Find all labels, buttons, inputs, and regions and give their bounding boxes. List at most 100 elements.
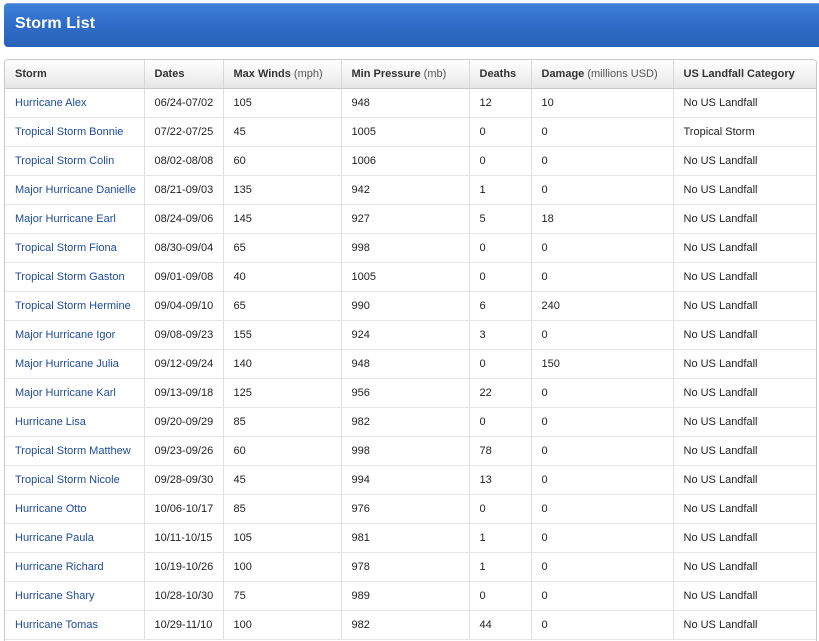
deaths-cell: 3 bbox=[469, 320, 532, 350]
storm-name-cell: Major Hurricane Karl bbox=[5, 378, 145, 408]
max-winds-cell: 45 bbox=[223, 465, 342, 495]
storm-link[interactable]: Tropical Storm Colin bbox=[15, 155, 114, 167]
storm-link[interactable]: Hurricane Richard bbox=[15, 561, 104, 573]
damage-cell: 150 bbox=[531, 349, 674, 379]
max-winds-cell: 100 bbox=[223, 610, 342, 640]
storm-link[interactable]: Hurricane Tomas bbox=[15, 619, 98, 631]
storm-link[interactable]: Hurricane Paula bbox=[15, 532, 94, 544]
dates-cell: 10/28-10/30 bbox=[144, 581, 224, 611]
table-row: Hurricane Richard 10/19-10/26 100 978 1 0 No U… bbox=[5, 552, 816, 582]
table-row: Major Hurricane Danielle 08/21-09/03 135 94… bbox=[5, 175, 816, 205]
storm-name-cell: Tropical Storm Gaston bbox=[5, 262, 145, 292]
column-header-label: Max Winds bbox=[233, 68, 291, 80]
storm-link[interactable]: Tropical Storm Nicole bbox=[15, 474, 120, 486]
storm-name-cell: Tropical Storm Colin bbox=[5, 146, 145, 176]
landfall-category-cell: No US Landfall bbox=[673, 378, 816, 408]
landfall-category-cell: No US Landfall bbox=[673, 436, 816, 466]
storm-name-cell: Hurricane Paula bbox=[5, 523, 145, 553]
column-header-unit: (mb) bbox=[423, 68, 447, 80]
column-header-deaths[interactable]: Deaths bbox=[469, 60, 532, 89]
damage-cell: 0 bbox=[531, 117, 674, 147]
storm-name-cell: Hurricane Otto bbox=[5, 494, 145, 524]
deaths-cell: 0 bbox=[469, 407, 532, 437]
column-header-unit: (millions USD) bbox=[587, 68, 658, 80]
storm-link[interactable]: Tropical Storm Gaston bbox=[15, 271, 125, 283]
landfall-category-cell: Tropical Storm bbox=[673, 117, 816, 147]
table-row: Tropical Storm Bonnie 07/22-07/25 45 1005 0 0… bbox=[5, 117, 816, 147]
column-header-dates[interactable]: Dates bbox=[144, 60, 224, 89]
dates-cell: 06/24-07/02 bbox=[144, 88, 224, 118]
storm-name-cell: Hurricane Alex bbox=[5, 88, 145, 118]
storm-name-cell: Tropical Storm Hermine bbox=[5, 291, 145, 321]
storm-name-cell: Hurricane Tomas bbox=[5, 610, 145, 640]
damage-cell: 0 bbox=[531, 262, 674, 292]
dates-cell: 09/08-09/23 bbox=[144, 320, 224, 350]
column-header-storm[interactable]: Storm bbox=[5, 60, 145, 89]
damage-cell: 0 bbox=[531, 581, 674, 611]
storm-link[interactable]: Hurricane Lisa bbox=[15, 416, 86, 428]
landfall-category-cell: No US Landfall bbox=[673, 262, 816, 292]
landfall-category-cell: No US Landfall bbox=[673, 204, 816, 234]
max-winds-cell: 125 bbox=[223, 378, 342, 408]
table-row: Tropical Storm Hermine 09/04-09/10 65 990 6 2… bbox=[5, 291, 816, 321]
max-winds-cell: 45 bbox=[223, 117, 342, 147]
storm-link[interactable]: Tropical Storm Hermine bbox=[15, 300, 131, 312]
landfall-category-cell: No US Landfall bbox=[673, 291, 816, 321]
storm-link[interactable]: Hurricane Otto bbox=[15, 503, 87, 515]
storm-name-cell: Tropical Storm Matthew bbox=[5, 436, 145, 466]
column-header-max-winds[interactable]: Max Winds (mph) bbox=[223, 60, 342, 89]
storm-link[interactable]: Hurricane Shary bbox=[15, 590, 94, 602]
table-body: Hurricane Alex 06/24-07/02 105 948 12 10 No US… bbox=[5, 88, 816, 640]
max-winds-cell: 85 bbox=[223, 494, 342, 524]
deaths-cell: 0 bbox=[469, 349, 532, 379]
max-winds-cell: 40 bbox=[223, 262, 342, 292]
storm-link[interactable]: Tropical Storm Matthew bbox=[15, 445, 131, 457]
column-header-label: Dates bbox=[154, 68, 185, 80]
column-header-label: Deaths bbox=[479, 68, 517, 80]
storm-link[interactable]: Tropical Storm Fiona bbox=[15, 242, 117, 254]
deaths-cell: 78 bbox=[469, 436, 532, 466]
storm-link[interactable]: Hurricane Alex bbox=[15, 97, 87, 109]
damage-cell: 0 bbox=[531, 407, 674, 437]
damage-cell: 0 bbox=[531, 378, 674, 408]
min-pressure-cell: 982 bbox=[341, 610, 470, 640]
table-row: Tropical Storm Nicole 09/28-09/30 45 994 13 0… bbox=[5, 465, 816, 495]
storm-name-cell: Hurricane Shary bbox=[5, 581, 145, 611]
deaths-cell: 0 bbox=[469, 146, 532, 176]
min-pressure-cell: 982 bbox=[341, 407, 470, 437]
column-header-min-pressure[interactable]: Min Pressure (mb) bbox=[341, 60, 470, 89]
storm-table: Storm Dates Max Winds (mph) Min Pressure… bbox=[5, 60, 816, 640]
max-winds-cell: 65 bbox=[223, 291, 342, 321]
damage-cell: 0 bbox=[531, 494, 674, 524]
landfall-category-cell: No US Landfall bbox=[673, 465, 816, 495]
min-pressure-cell: 1005 bbox=[341, 262, 470, 292]
landfall-category-cell: No US Landfall bbox=[673, 494, 816, 524]
dates-cell: 10/29-11/10 bbox=[144, 610, 224, 640]
storm-link[interactable]: Major Hurricane Igor bbox=[15, 329, 115, 341]
storm-link[interactable]: Tropical Storm Bonnie bbox=[15, 126, 123, 138]
min-pressure-cell: 956 bbox=[341, 378, 470, 408]
table-row: Major Hurricane Igor 09/08-09/23 155 924 3 0 N… bbox=[5, 320, 816, 350]
storm-link[interactable]: Major Hurricane Julia bbox=[15, 358, 119, 370]
column-header-damage[interactable]: Damage (millions USD) bbox=[531, 60, 674, 89]
dates-cell: 09/01-09/08 bbox=[144, 262, 224, 292]
storm-name-cell: Tropical Storm Fiona bbox=[5, 233, 145, 263]
table-row: Hurricane Alex 06/24-07/02 105 948 12 10 No US… bbox=[5, 88, 816, 118]
landfall-category-cell: No US Landfall bbox=[673, 146, 816, 176]
table-row: Tropical Storm Gaston 09/01-09/08 40 1005 0 0… bbox=[5, 262, 816, 292]
table-row: Hurricane Lisa 09/20-09/29 85 982 0 0 No US La… bbox=[5, 407, 816, 437]
min-pressure-cell: 942 bbox=[341, 175, 470, 205]
max-winds-cell: 105 bbox=[223, 88, 342, 118]
min-pressure-cell: 981 bbox=[341, 523, 470, 553]
column-header-us-landfall-category[interactable]: US Landfall Category bbox=[673, 60, 816, 89]
storm-link[interactable]: Major Hurricane Danielle bbox=[15, 184, 136, 196]
damage-cell: 0 bbox=[531, 610, 674, 640]
storm-link[interactable]: Major Hurricane Karl bbox=[15, 387, 116, 399]
storm-link[interactable]: Major Hurricane Earl bbox=[15, 213, 116, 225]
min-pressure-cell: 998 bbox=[341, 436, 470, 466]
min-pressure-cell: 1006 bbox=[341, 146, 470, 176]
min-pressure-cell: 976 bbox=[341, 494, 470, 524]
landfall-category-cell: No US Landfall bbox=[673, 349, 816, 379]
max-winds-cell: 85 bbox=[223, 407, 342, 437]
table-row: Hurricane Tomas 10/29-11/10 100 982 44 0 No US… bbox=[5, 610, 816, 640]
